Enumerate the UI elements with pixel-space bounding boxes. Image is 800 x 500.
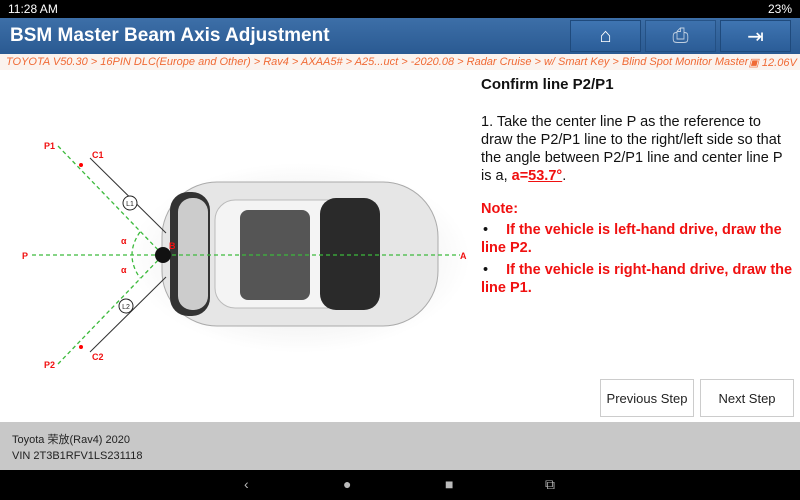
note-text: If the vehicle is left-hand drive, draw … bbox=[481, 222, 782, 256]
voltage: ▣ 12.06V bbox=[748, 56, 797, 69]
label-alpha-top: α bbox=[121, 236, 127, 246]
home-icon: ⌂ bbox=[599, 24, 612, 47]
vehicle-name: Toyota 荣放(Rav4) 2020 bbox=[12, 434, 130, 446]
print-button[interactable]: ⎙ bbox=[645, 20, 716, 52]
android-nav-bar: ‹ ● ■ ⧉ bbox=[0, 470, 800, 500]
instruction-step: 1. Take the center line P as the referen… bbox=[481, 114, 783, 184]
label-l1: L1 bbox=[126, 201, 134, 208]
label-c1: C1 bbox=[92, 150, 104, 160]
screenshot-icon[interactable]: ⧉ bbox=[545, 476, 555, 493]
status-bar: 11:28 AM 23% bbox=[0, 0, 800, 18]
back-icon[interactable]: ‹ bbox=[244, 476, 249, 492]
label-alpha-bottom: α bbox=[121, 265, 127, 275]
home-nav-icon[interactable]: ● bbox=[343, 476, 351, 492]
angle-value: 53.7° bbox=[528, 168, 563, 184]
app-header: BSM Master Beam Axis Adjustment ⌂ ⎙ ⇥ bbox=[0, 18, 800, 54]
battery-icon: ▣ bbox=[748, 57, 762, 69]
label-p2: P2 bbox=[44, 360, 55, 370]
recents-icon[interactable]: ■ bbox=[445, 476, 453, 492]
note-text: If the vehicle is right-hand drive, draw… bbox=[481, 262, 793, 296]
home-button[interactable]: ⌂ bbox=[570, 20, 641, 52]
instruction-heading: Confirm line P2/P1 bbox=[481, 76, 614, 93]
car-top-view bbox=[161, 181, 439, 327]
breadcrumb: TOYOTA V50.30 > 16PIN DLC(Europe and Oth… bbox=[0, 54, 800, 70]
label-b: B bbox=[169, 241, 176, 251]
breadcrumb-path: TOYOTA V50.30 > 16PIN DLC(Europe and Oth… bbox=[6, 56, 749, 68]
note-item: • If the vehicle is left-hand drive, draw… bbox=[481, 222, 782, 256]
note-title: Note: bbox=[481, 201, 519, 217]
label-c2: C2 bbox=[92, 352, 104, 362]
clock: 11:28 AM bbox=[8, 2, 58, 16]
vehicle-info: Toyota 荣放(Rav4) 2020 VIN 2T3B1RFV1LS2311… bbox=[0, 422, 800, 470]
voltage-value: 12.06V bbox=[761, 57, 797, 69]
label-l2: L2 bbox=[122, 304, 130, 311]
page-title: BSM Master Beam Axis Adjustment bbox=[10, 25, 330, 46]
label-p1: P1 bbox=[44, 141, 55, 151]
exit-button[interactable]: ⇥ bbox=[720, 20, 791, 52]
note-item: • If the vehicle is right-hand drive, dra… bbox=[481, 262, 793, 296]
exit-icon: ⇥ bbox=[747, 25, 764, 48]
print-icon: ⎙ bbox=[672, 24, 689, 47]
beam-axis-diagram: P1 P2 P A C1 C2 B α α L1 L2 bbox=[22, 141, 470, 370]
main-content: P1 P2 P A C1 C2 B α α L1 L2 Confirm line… bbox=[0, 70, 800, 422]
vin: VIN 2T3B1RFV1LS231118 bbox=[12, 450, 143, 462]
previous-step-button[interactable]: Previous Step bbox=[600, 379, 694, 417]
label-p: P bbox=[22, 251, 28, 261]
label-a: A bbox=[460, 251, 467, 261]
angle-prefix: a= bbox=[511, 168, 529, 184]
next-step-button[interactable]: Next Step bbox=[700, 379, 794, 417]
battery-level: 23% bbox=[767, 2, 792, 16]
instructions-panel: Confirm line P2/P1 1. Take the center li… bbox=[481, 70, 793, 297]
